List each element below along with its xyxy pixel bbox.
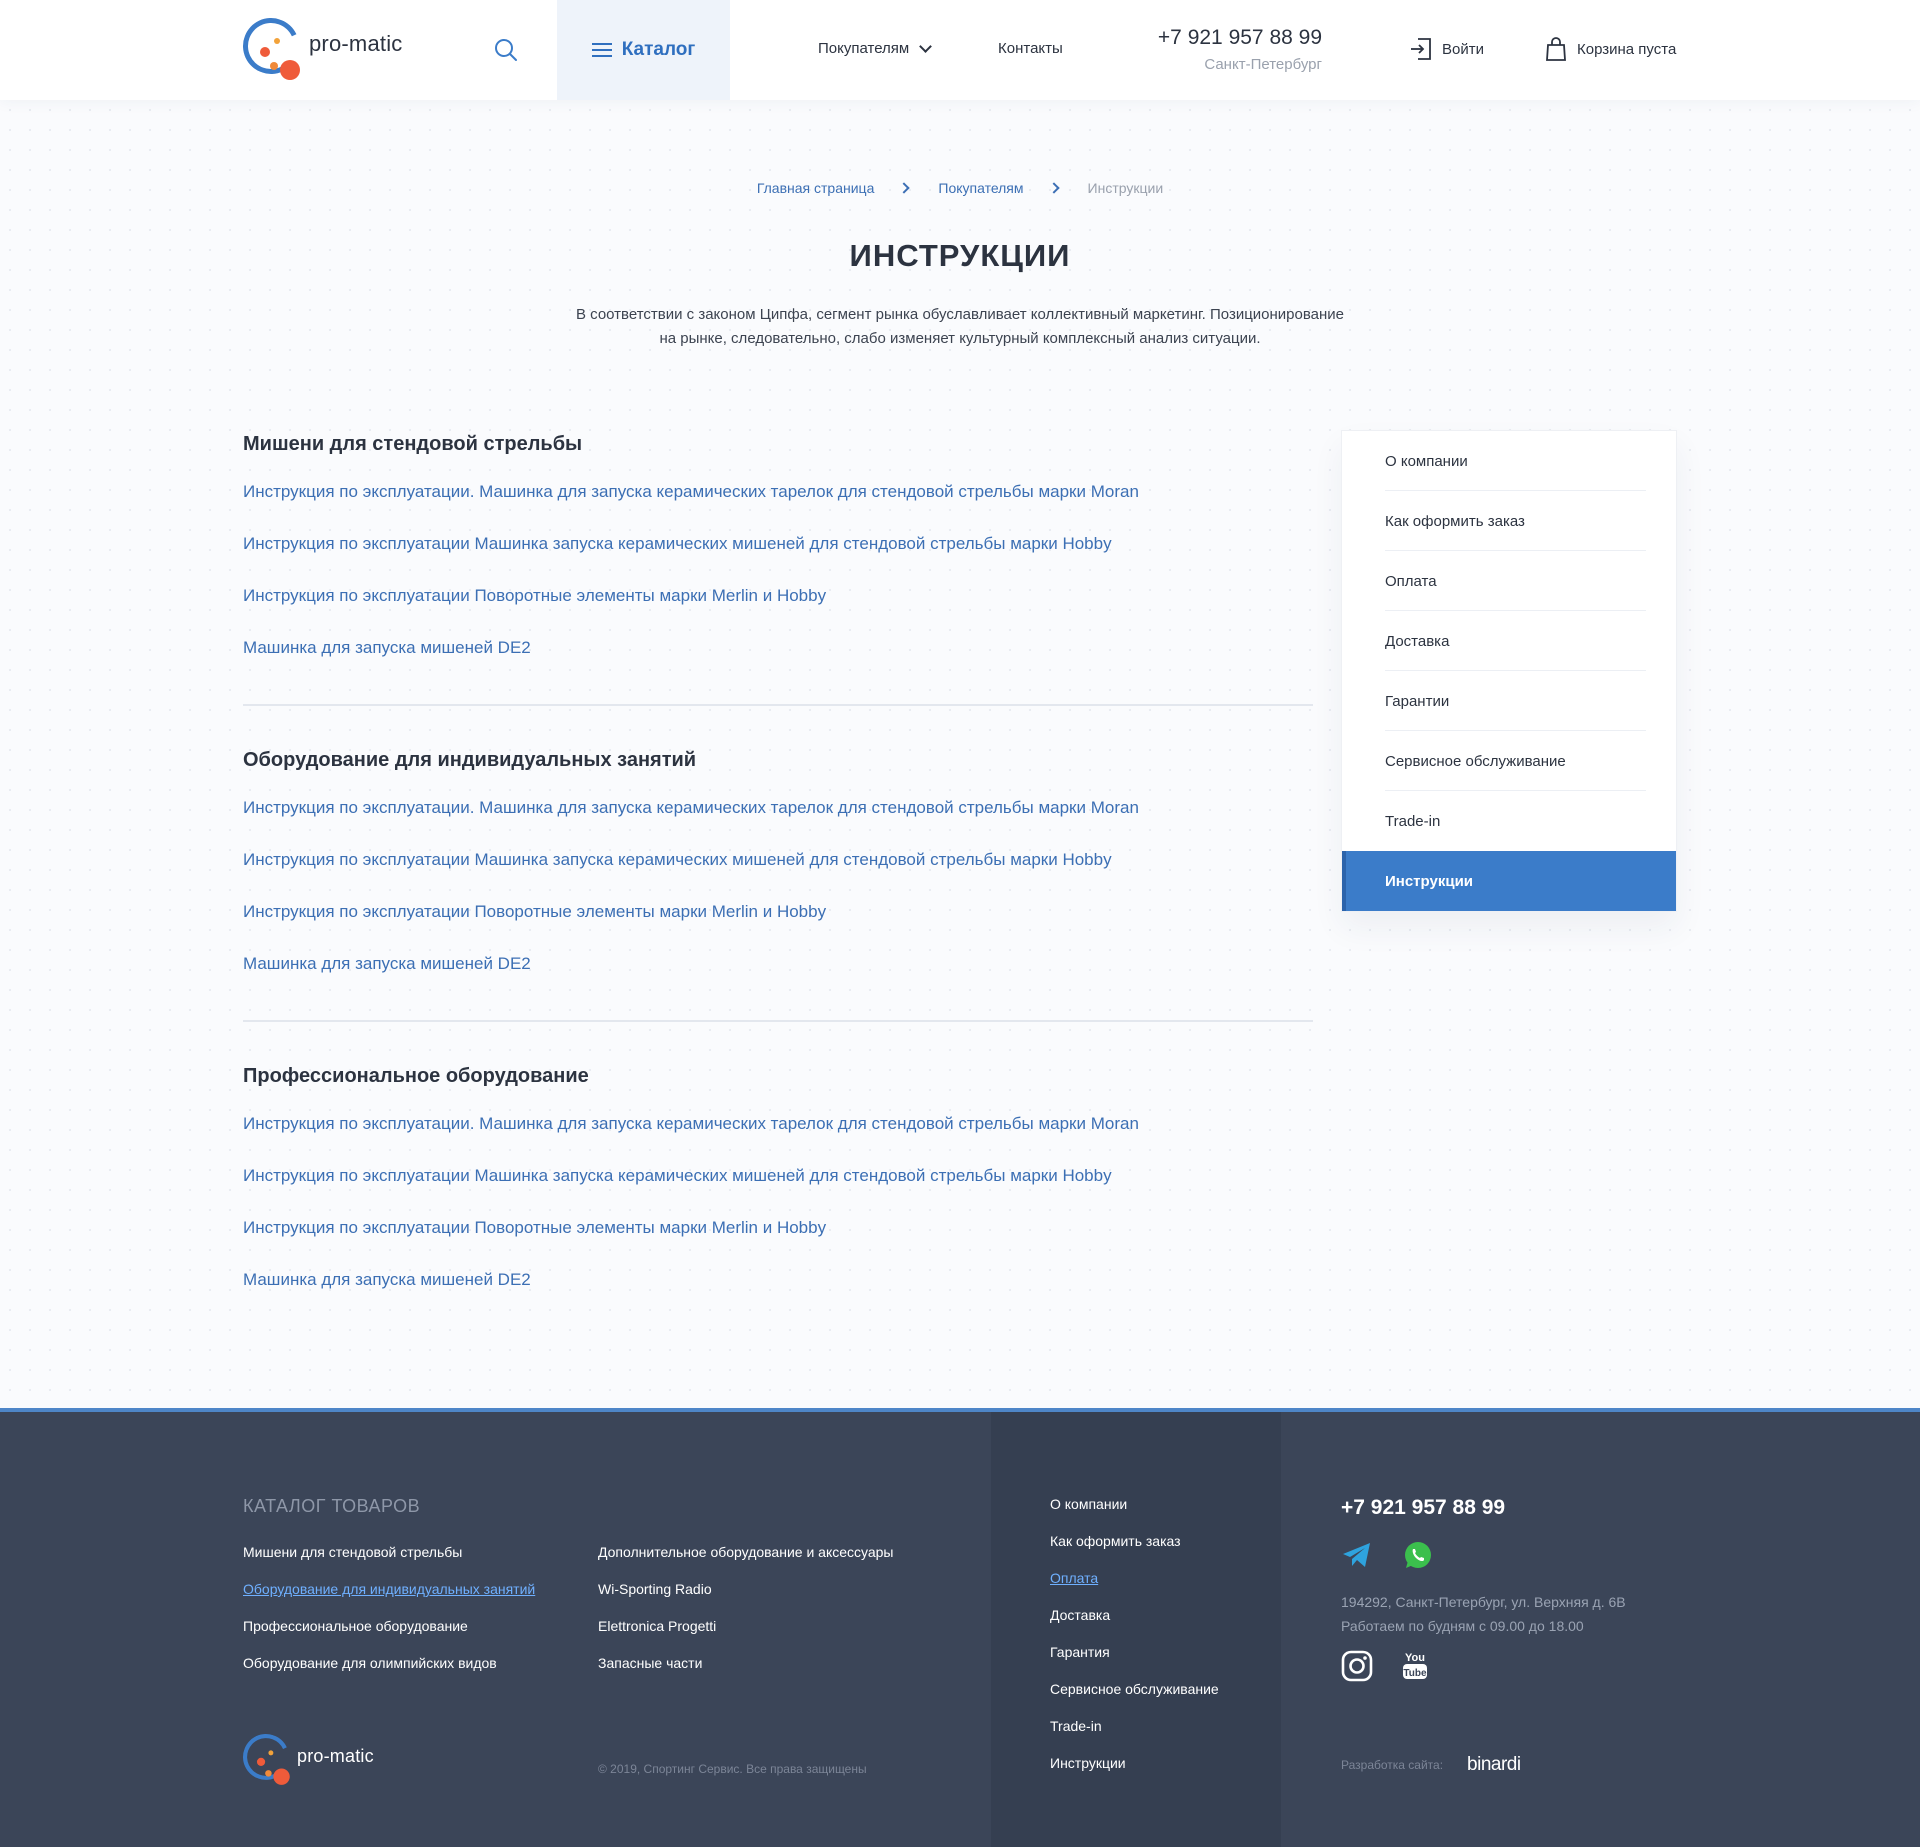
footer-catalog-col-2: Дополнительное оборудование и аксессуары… bbox=[598, 1542, 893, 1690]
section-professional: Профессиональное оборудование Инструкция… bbox=[243, 1020, 1313, 1330]
intro-line-1: В соответствии с законом Ципфа, сегмент … bbox=[575, 306, 1345, 323]
instruction-link[interactable]: Инструкция по эксплуатации Машинка запус… bbox=[243, 532, 1313, 584]
instruction-link[interactable]: Инструкция по эксплуатации Машинка запус… bbox=[243, 1164, 1313, 1216]
instruction-link[interactable]: Инструкция по эксплуатации. Машинка для … bbox=[243, 796, 1313, 848]
section-targets: Мишени для стендовой стрельбы Инструкция… bbox=[243, 430, 1313, 704]
header-city: Санкт-Петербург bbox=[1204, 56, 1322, 73]
footer-menu-instructions[interactable]: Инструкции bbox=[1050, 1753, 1219, 1790]
instruction-link[interactable]: Машинка для запуска мишеней DE2 bbox=[243, 952, 1313, 1004]
footer-catalog-col-1: Мишени для стендовой стрельбы Оборудован… bbox=[243, 1542, 535, 1690]
instruction-link[interactable]: Машинка для запуска мишеней DE2 bbox=[243, 1268, 1313, 1320]
footer-buyers-menu: О компании Как оформить заказ Оплата Дос… bbox=[1050, 1494, 1219, 1790]
footer-catalog-link[interactable]: Мишени для стендовой стрельбы bbox=[243, 1542, 535, 1579]
login-icon bbox=[1411, 38, 1431, 60]
youtube-icon[interactable]: You Tube bbox=[1401, 1650, 1429, 1687]
sidebar-item-trade-in[interactable]: Trade-in bbox=[1342, 791, 1676, 851]
instruction-link[interactable]: Машинка для запуска мишеней DE2 bbox=[243, 636, 1313, 688]
footer-logo-text: pro-matic bbox=[297, 1745, 374, 1766]
chevron-right-icon bbox=[1047, 182, 1060, 194]
chevron-right-icon bbox=[898, 182, 911, 194]
footer-catalog-link[interactable]: Оборудование для индивидуальных занятий bbox=[243, 1579, 535, 1616]
footer-catalog-link[interactable]: Профессиональное оборудование bbox=[243, 1616, 535, 1653]
section-individual: Оборудование для индивидуальных занятий … bbox=[243, 704, 1313, 1020]
sidebar-item-guarantees[interactable]: Гарантии bbox=[1342, 671, 1676, 731]
header-logo[interactable]: pro-matic bbox=[235, 10, 403, 82]
svg-text:You: You bbox=[1405, 1652, 1425, 1664]
nav-buyers-label: Покупателям bbox=[818, 40, 910, 57]
sidebar-item-payment[interactable]: Оплата bbox=[1342, 551, 1676, 611]
section-title: Оборудование для индивидуальных занятий bbox=[243, 749, 697, 771]
site-footer: КАТАЛОГ ТОВАРОВ Мишени для стендовой стр… bbox=[0, 1408, 1920, 1847]
page-intro: В соответствии с законом Ципфа, сегмент … bbox=[540, 303, 1380, 351]
footer-menu-delivery[interactable]: Доставка bbox=[1050, 1605, 1219, 1642]
nav-buyers[interactable]: Покупателям bbox=[818, 39, 933, 57]
footer-menu-how-to-order[interactable]: Как оформить заказ bbox=[1050, 1531, 1219, 1568]
sidebar-item-service[interactable]: Сервисное обслуживание bbox=[1342, 731, 1676, 791]
breadcrumb-home[interactable]: Главная страница bbox=[757, 180, 875, 196]
svg-text:Tube: Tube bbox=[1403, 1668, 1427, 1679]
footer-messengers bbox=[1341, 1540, 1433, 1575]
footer-menu-payment[interactable]: Оплата bbox=[1050, 1568, 1219, 1605]
cart-button[interactable]: Корзина пуста bbox=[1543, 36, 1676, 62]
footer-menu-about[interactable]: О компании bbox=[1050, 1494, 1219, 1531]
logo-mark-icon bbox=[236, 1727, 296, 1787]
instructions-list: Мишени для стендовой стрельбы Инструкция… bbox=[243, 430, 1313, 1330]
login-button[interactable]: Войти bbox=[1408, 36, 1484, 62]
footer-address-line: 194292, Санкт-Петербург, ул. Верхняя д. … bbox=[1341, 1594, 1626, 1610]
footer-menu-guarantee[interactable]: Гарантия bbox=[1050, 1642, 1219, 1679]
search-icon[interactable] bbox=[492, 36, 520, 64]
instruction-link[interactable]: Инструкция по эксплуатации Поворотные эл… bbox=[243, 1216, 1313, 1268]
sidebar-item-instructions[interactable]: Инструкции bbox=[1342, 851, 1676, 911]
footer-catalog-title: КАТАЛОГ ТОВАРОВ bbox=[243, 1496, 421, 1516]
footer-phone[interactable]: +7 921 957 88 99 bbox=[1341, 1496, 1505, 1520]
catalog-button[interactable]: Каталог bbox=[557, 0, 730, 100]
section-title: Профессиональное оборудование bbox=[243, 1065, 589, 1087]
sidebar-item-delivery[interactable]: Доставка bbox=[1342, 611, 1676, 671]
header-phone-block: +7 921 957 88 99 Санкт-Петербург bbox=[1100, 26, 1322, 73]
site-header: pro-matic Каталог Покупателям Контакты +… bbox=[0, 0, 1920, 100]
footer-catalog-link[interactable]: Wi-Sporting Radio bbox=[598, 1579, 893, 1616]
footer-copyright: © 2019, Спортинг Сервис. Все права защищ… bbox=[598, 1762, 867, 1776]
sidebar-item-about[interactable]: О компании bbox=[1342, 431, 1676, 491]
section-title: Мишени для стендовой стрельбы bbox=[243, 433, 583, 455]
instruction-link[interactable]: Инструкция по эксплуатации. Машинка для … bbox=[243, 480, 1313, 532]
footer-catalog-link[interactable]: Запасные части bbox=[598, 1653, 893, 1690]
header-phone[interactable]: +7 921 957 88 99 bbox=[1100, 26, 1322, 50]
developer-label: Разработка сайта: bbox=[1341, 1758, 1444, 1772]
footer-catalog-link[interactable]: Оборудование для олимпийских видов bbox=[243, 1653, 535, 1690]
chevron-down-icon bbox=[919, 39, 933, 53]
instruction-link[interactable]: Инструкция по эксплуатации. Машинка для … bbox=[243, 1112, 1313, 1164]
nav-contacts[interactable]: Контакты bbox=[998, 40, 1063, 57]
footer-social: You Tube bbox=[1341, 1650, 1429, 1687]
developer-brand-logo[interactable]: binardi bbox=[1467, 1754, 1521, 1776]
logo-mark-icon bbox=[235, 10, 307, 82]
footer-developer: Разработка сайта: binardi bbox=[1341, 1754, 1521, 1776]
telegram-icon[interactable] bbox=[1341, 1540, 1373, 1575]
footer-logo[interactable]: pro-matic bbox=[236, 1727, 374, 1788]
cart-label: Корзина пуста bbox=[1577, 40, 1677, 58]
buyers-sidebar-menu: О компании Как оформить заказ Оплата Дос… bbox=[1341, 430, 1677, 912]
breadcrumb-buyers[interactable]: Покупателям bbox=[938, 180, 1023, 196]
footer-catalog-link[interactable]: Дополнительное оборудование и аксессуары bbox=[598, 1542, 893, 1579]
breadcrumb-current: Инструкции bbox=[1087, 180, 1164, 196]
shopping-bag-icon bbox=[1546, 37, 1566, 61]
breadcrumb: Главная страница Покупателям Инструкции bbox=[0, 180, 1920, 196]
instruction-link[interactable]: Инструкция по эксплуатации Поворотные эл… bbox=[243, 584, 1313, 636]
sidebar-item-how-to-order[interactable]: Как оформить заказ bbox=[1342, 491, 1676, 551]
instruction-link[interactable]: Инструкция по эксплуатации Поворотные эл… bbox=[243, 900, 1313, 952]
footer-menu-trade-in[interactable]: Trade-in bbox=[1050, 1716, 1219, 1753]
whatsapp-icon[interactable] bbox=[1403, 1540, 1433, 1575]
footer-menu-service[interactable]: Сервисное обслуживание bbox=[1050, 1679, 1219, 1716]
logo-text: pro-matic bbox=[309, 31, 403, 56]
instruction-link[interactable]: Инструкция по эксплуатации Машинка запус… bbox=[243, 848, 1313, 900]
menu-icon bbox=[591, 43, 612, 57]
catalog-label: Каталог bbox=[621, 39, 696, 60]
intro-line-2: на рынке, следовательно, слабо изменяет … bbox=[659, 330, 1261, 347]
footer-address: 194292, Санкт-Петербург, ул. Верхняя д. … bbox=[1341, 1590, 1626, 1638]
footer-hours-line: Работаем по будням с 09.00 до 18.00 bbox=[1341, 1618, 1584, 1634]
footer-catalog-link[interactable]: Elettronica Progetti bbox=[598, 1616, 893, 1653]
login-label: Войти bbox=[1442, 40, 1484, 58]
instagram-icon[interactable] bbox=[1341, 1650, 1373, 1687]
page-title: ИНСТРУКЦИИ bbox=[849, 238, 1071, 273]
